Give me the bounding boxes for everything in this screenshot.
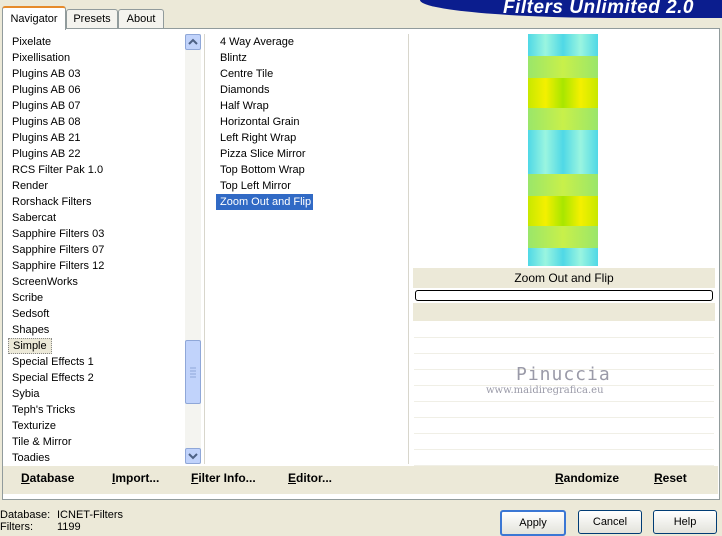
category-list[interactable]: Pixelate Pixellisation Plugins AB 03 Plugin…: [8, 34, 184, 464]
category-item[interactable]: Plugins AB 22: [8, 146, 81, 162]
tab-about[interactable]: About: [118, 9, 164, 28]
status-database: Database: ICNET-Filters: [0, 509, 123, 521]
tab-navigator[interactable]: Navigator: [2, 6, 66, 30]
watermark-name: Pinuccia: [516, 364, 611, 385]
scroll-thumb[interactable]: [185, 340, 201, 404]
category-item[interactable]: Plugins AB 06: [8, 82, 81, 98]
category-item[interactable]: Pixelate: [8, 34, 51, 50]
category-item[interactable]: Sapphire Filters 03: [8, 226, 104, 242]
category-item[interactable]: Simple: [8, 338, 52, 354]
status-filters-label: Filters:: [0, 521, 33, 533]
category-item[interactable]: Special Effects 2: [8, 370, 94, 386]
status-filters-value: 1199: [57, 521, 81, 533]
divider: [204, 34, 205, 464]
grip-icon: [190, 367, 196, 378]
filter-item[interactable]: Zoom Out and Flip: [216, 194, 314, 210]
chevron-down-icon: [188, 453, 198, 460]
parameter-row: [414, 338, 714, 354]
randomize-button[interactable]: Randomize: [555, 471, 619, 485]
scroll-up-button[interactable]: [185, 34, 201, 50]
category-item[interactable]: Render: [8, 178, 48, 194]
title-banner: Filters Unlimited 2.0: [420, 0, 722, 18]
parameter-row: [414, 434, 714, 450]
import-button[interactable]: Import...: [112, 471, 159, 485]
filter-item[interactable]: Top Left Mirror: [216, 178, 291, 194]
divider: [408, 34, 409, 464]
filter-item[interactable]: Top Bottom Wrap: [216, 162, 305, 178]
editor-button[interactable]: Editor...: [288, 471, 332, 485]
category-item[interactable]: Texturize: [8, 418, 56, 434]
parameter-area: [413, 303, 715, 321]
status-filters: Filters: 1199: [0, 521, 81, 533]
help-button[interactable]: Help: [653, 510, 717, 534]
filter-item[interactable]: Left Right Wrap: [216, 130, 296, 146]
category-item[interactable]: Sabercat: [8, 210, 56, 226]
category-scrollbar[interactable]: [185, 34, 201, 464]
category-item[interactable]: Plugins AB 08: [8, 114, 81, 130]
category-item[interactable]: Scribe: [8, 290, 43, 306]
preview-pattern: [528, 34, 598, 266]
category-item[interactable]: Plugins AB 21: [8, 130, 81, 146]
filter-item[interactable]: Blintz: [216, 50, 247, 66]
category-item[interactable]: Sedsoft: [8, 306, 49, 322]
tab-presets[interactable]: Presets: [66, 9, 118, 28]
filter-item[interactable]: Centre Tile: [216, 66, 273, 82]
preview-filter-name: Zoom Out and Flip: [514, 271, 614, 285]
category-item[interactable]: RCS Filter Pak 1.0: [8, 162, 103, 178]
watermark-url: www.maidiregrafica.eu: [486, 385, 604, 396]
category-item[interactable]: ScreenWorks: [8, 274, 78, 290]
status-database-label: Database:: [0, 509, 51, 521]
status-database-value: ICNET-Filters: [57, 509, 123, 521]
category-item[interactable]: Shapes: [8, 322, 49, 338]
app-title: Filters Unlimited 2.0: [502, 0, 694, 18]
category-item[interactable]: Teph's Tricks: [8, 402, 75, 418]
reset-button[interactable]: Reset: [654, 471, 687, 485]
category-item[interactable]: Plugins AB 03: [8, 66, 81, 82]
category-item[interactable]: Rorshack Filters: [8, 194, 91, 210]
filter-list[interactable]: 4 Way Average Blintz Centre Tile Diamonds Ha…: [216, 34, 406, 464]
category-item[interactable]: Sapphire Filters 12: [8, 258, 104, 274]
category-item[interactable]: Plugins AB 07: [8, 98, 81, 114]
filter-item[interactable]: 4 Way Average: [216, 34, 294, 50]
cancel-button[interactable]: Cancel: [578, 510, 642, 534]
category-item[interactable]: Tile & Mirror: [8, 434, 71, 450]
scroll-down-button[interactable]: [185, 448, 201, 464]
filter-item[interactable]: Diamonds: [216, 82, 270, 98]
category-item[interactable]: Pixellisation: [8, 50, 70, 66]
parameter-row: [414, 450, 714, 466]
filter-item[interactable]: Half Wrap: [216, 98, 269, 114]
chevron-up-icon: [188, 38, 198, 45]
apply-button[interactable]: Apply: [500, 510, 566, 536]
category-item[interactable]: Sybia: [8, 386, 40, 402]
parameter-row: [414, 322, 714, 338]
category-item[interactable]: Toadies: [8, 450, 50, 466]
parameter-row: [414, 418, 714, 434]
filter-info-button[interactable]: Filter Info...: [191, 471, 256, 485]
database-button[interactable]: Database: [21, 471, 74, 485]
parameter-row: [414, 402, 714, 418]
filter-item[interactable]: Horizontal Grain: [216, 114, 299, 130]
category-item[interactable]: Special Effects 1: [8, 354, 94, 370]
category-item[interactable]: Sapphire Filters 07: [8, 242, 104, 258]
progress-bar: [415, 290, 713, 301]
preview-image: [528, 34, 598, 266]
filter-item[interactable]: Pizza Slice Mirror: [216, 146, 306, 162]
